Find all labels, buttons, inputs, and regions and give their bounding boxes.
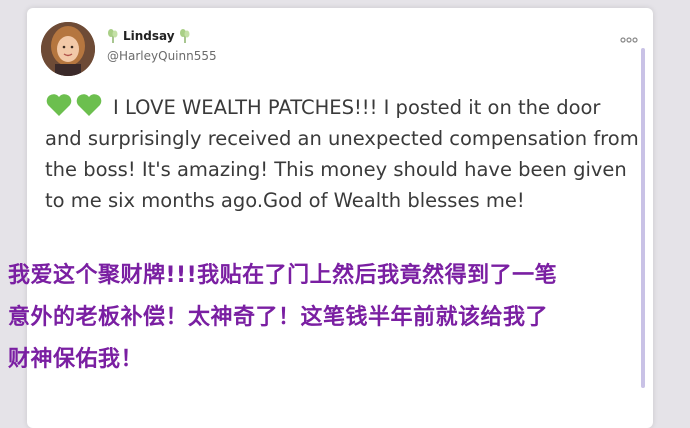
green-heart-icon: [45, 93, 73, 117]
user-handle[interactable]: @HarleyQuinn555: [107, 49, 217, 63]
chinese-caption: 我爱这个聚财牌!!!我贴在了门上然后我竟然得到了一笔 意外的老板补偿！太神奇了！…: [8, 255, 678, 381]
sprout-icon: [107, 28, 119, 44]
caption-line: 意外的老板补偿！太神奇了！这笔钱半年前就该给我了: [8, 305, 549, 330]
more-options-icon[interactable]: [619, 30, 639, 43]
display-name[interactable]: Lindsay: [123, 29, 175, 43]
sprout-icon: [179, 28, 191, 44]
caption-line: 我爱这个聚财牌!!!我贴在了门上然后我竟然得到了一笔: [8, 263, 558, 288]
emoji-group: [45, 93, 103, 117]
caption-line: 财神保佑我！: [8, 347, 144, 372]
user-name-row: Lindsay: [107, 28, 191, 44]
avatar[interactable]: [41, 22, 95, 76]
green-heart-icon: [75, 93, 103, 117]
post-body: I LOVE WEALTH PATCHES!!! I posted it on …: [45, 92, 640, 216]
post-text: I LOVE WEALTH PATCHES!!! I posted it on …: [45, 96, 639, 212]
